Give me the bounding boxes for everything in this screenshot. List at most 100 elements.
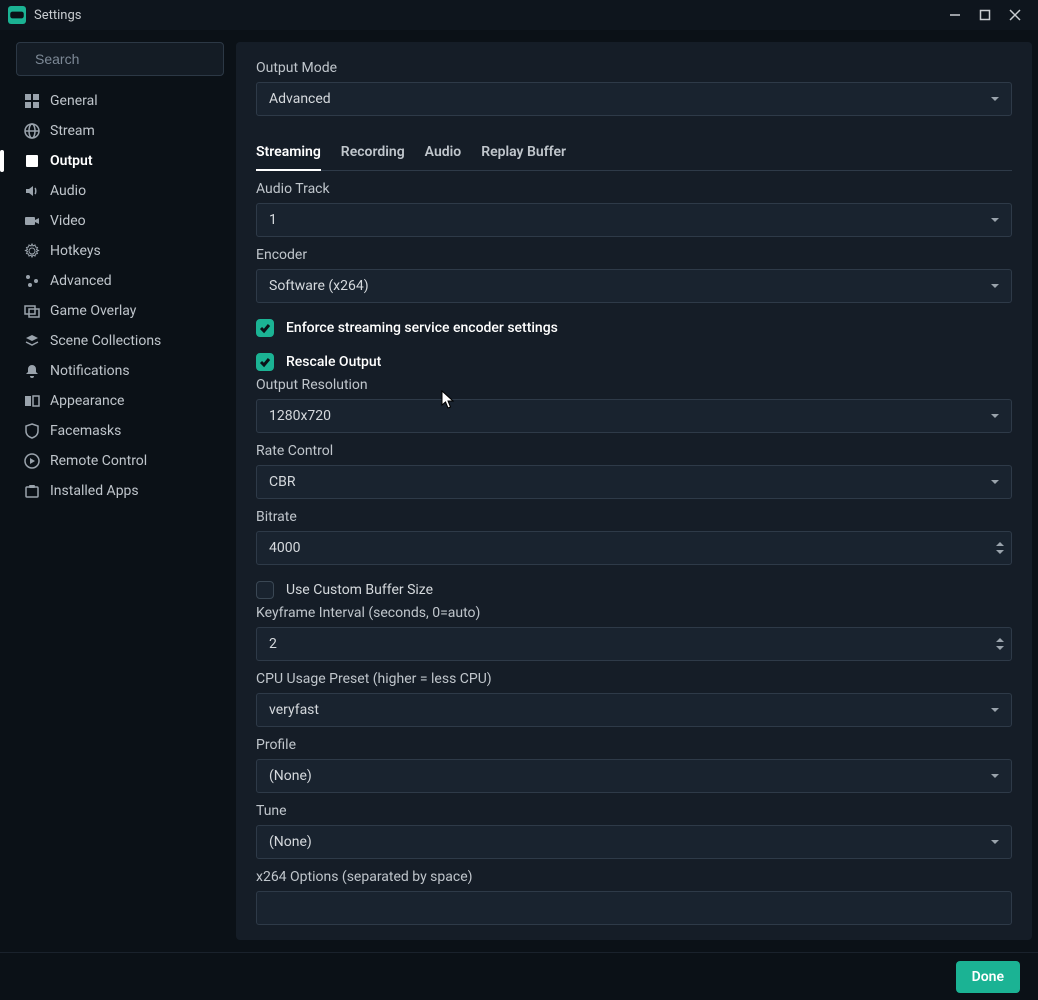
sidebar-item-label: Facemasks (50, 423, 121, 439)
audio-track-select[interactable]: 1 (256, 203, 1012, 237)
sidebar-item-label: Stream (50, 123, 95, 139)
sidebar-item-label: Video (50, 213, 86, 229)
select-value: 1280x720 (269, 408, 331, 424)
apps-icon (24, 483, 40, 499)
sidebar-item-installed-apps[interactable]: Installed Apps (16, 476, 224, 506)
spinner[interactable] (995, 637, 1005, 651)
search-box[interactable] (16, 42, 224, 76)
app-icon (8, 6, 26, 24)
profile-label: Profile (256, 737, 1012, 753)
play-circle-icon (24, 453, 40, 469)
sliders-icon (24, 273, 40, 289)
sidebar-item-output[interactable]: Output (16, 146, 224, 176)
minimize-button[interactable] (940, 1, 970, 29)
sidebar-item-label: Advanced (50, 273, 112, 289)
sidebar-item-label: General (50, 93, 98, 109)
tab-replay-buffer[interactable]: Replay Buffer (481, 138, 566, 170)
encoder-select[interactable]: Software (x264) (256, 269, 1012, 303)
sidebar-item-facemasks[interactable]: Facemasks (16, 416, 224, 446)
sidebar-item-remote-control[interactable]: Remote Control (16, 446, 224, 476)
overlay-icon (24, 303, 40, 319)
maximize-button[interactable] (970, 1, 1000, 29)
sidebar-item-appearance[interactable]: Appearance (16, 386, 224, 416)
sidebar-item-advanced[interactable]: Advanced (16, 266, 224, 296)
rescale-output-checkbox[interactable]: Rescale Output (256, 353, 1012, 371)
shield-icon (24, 423, 40, 439)
check-icon (256, 353, 274, 371)
layers-icon (24, 333, 40, 349)
checkbox-empty-icon (256, 581, 274, 599)
done-button[interactable]: Done (956, 961, 1020, 993)
chevron-down-icon (989, 410, 1001, 422)
appearance-icon (24, 393, 40, 409)
chevron-down-icon (989, 280, 1001, 292)
output-resolution-select[interactable]: 1280x720 (256, 399, 1012, 433)
chevron-down-icon (995, 644, 1005, 651)
cpu-preset-select[interactable]: veryfast (256, 693, 1012, 727)
output-icon (24, 153, 40, 169)
rate-control-select[interactable]: CBR (256, 465, 1012, 499)
chevron-down-icon (989, 836, 1001, 848)
cpu-preset-label: CPU Usage Preset (higher = less CPU) (256, 671, 1012, 687)
tab-audio[interactable]: Audio (425, 138, 462, 170)
settings-panel: Output Mode Advanced Streaming Recording… (236, 42, 1032, 940)
sidebar-item-scene-collections[interactable]: Scene Collections (16, 326, 224, 356)
output-mode-select[interactable]: Advanced (256, 82, 1012, 116)
keyframe-label: Keyframe Interval (seconds, 0=auto) (256, 605, 1012, 621)
input-value: 4000 (269, 540, 300, 556)
output-resolution-label: Output Resolution (256, 377, 1012, 393)
checkbox-label: Enforce streaming service encoder settin… (286, 320, 558, 336)
tune-select[interactable]: (None) (256, 825, 1012, 859)
sidebar-item-general[interactable]: General (16, 86, 224, 116)
bell-icon (24, 363, 40, 379)
chevron-down-icon (989, 770, 1001, 782)
checkbox-label: Use Custom Buffer Size (286, 582, 433, 598)
select-value: (None) (269, 768, 312, 784)
window-title: Settings (34, 8, 81, 23)
sidebar-item-stream[interactable]: Stream (16, 116, 224, 146)
checkbox-label: Rescale Output (286, 354, 381, 370)
sidebar-item-audio[interactable]: Audio (16, 176, 224, 206)
x264-options-input[interactable] (256, 891, 1012, 925)
keyframe-input[interactable]: 2 (256, 627, 1012, 661)
enforce-encoder-checkbox[interactable]: Enforce streaming service encoder settin… (256, 319, 1012, 337)
select-value: Advanced (269, 91, 331, 107)
chevron-up-icon (995, 541, 1005, 548)
sidebar-item-label: Installed Apps (50, 483, 139, 499)
input-value: 2 (269, 636, 277, 652)
select-value: 1 (269, 212, 277, 228)
titlebar: Settings (0, 0, 1038, 30)
sidebar: General Stream Output Audio Video Hotkey… (4, 30, 236, 952)
sidebar-item-label: Game Overlay (50, 303, 136, 319)
select-value: CBR (269, 474, 295, 490)
sidebar-item-notifications[interactable]: Notifications (16, 356, 224, 386)
chevron-up-icon (995, 637, 1005, 644)
footer: Done (0, 952, 1038, 1000)
close-button[interactable] (1000, 1, 1030, 29)
sidebar-item-label: Notifications (50, 363, 130, 379)
tab-recording[interactable]: Recording (341, 138, 405, 170)
chevron-down-icon (989, 476, 1001, 488)
output-tabs: Streaming Recording Audio Replay Buffer (256, 138, 1012, 171)
profile-select[interactable]: (None) (256, 759, 1012, 793)
tab-streaming[interactable]: Streaming (256, 138, 321, 170)
check-icon (256, 319, 274, 337)
audio-track-label: Audio Track (256, 181, 1012, 197)
sidebar-item-label: Scene Collections (50, 333, 161, 349)
spinner[interactable] (995, 541, 1005, 555)
sidebar-item-video[interactable]: Video (16, 206, 224, 236)
sidebar-item-hotkeys[interactable]: Hotkeys (16, 236, 224, 266)
bitrate-input[interactable]: 4000 (256, 531, 1012, 565)
select-value: veryfast (269, 702, 319, 718)
x264-options-label: x264 Options (separated by space) (256, 869, 1012, 885)
chevron-down-icon (989, 214, 1001, 226)
sidebar-item-game-overlay[interactable]: Game Overlay (16, 296, 224, 326)
sidebar-item-label: Remote Control (50, 453, 147, 469)
custom-buffer-checkbox[interactable]: Use Custom Buffer Size (256, 581, 1012, 599)
encoder-label: Encoder (256, 247, 1012, 263)
search-input[interactable] (35, 51, 216, 67)
chevron-down-icon (995, 548, 1005, 555)
volume-icon (24, 183, 40, 199)
output-mode-label: Output Mode (256, 60, 1012, 76)
sidebar-item-label: Hotkeys (50, 243, 101, 259)
